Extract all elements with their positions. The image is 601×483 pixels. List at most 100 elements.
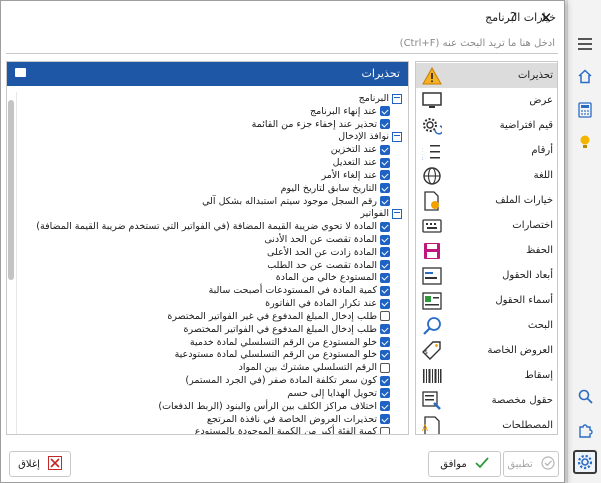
panel-collapse-icon[interactable]	[15, 68, 26, 77]
category-item-search[interactable]: البحث	[416, 313, 557, 338]
close-icon[interactable]: ✕	[537, 9, 555, 27]
checkbox-checked[interactable]	[380, 119, 390, 130]
setting-label: البرنامج	[358, 93, 389, 104]
search-input[interactable]	[6, 34, 558, 54]
checkbox-checked[interactable]	[380, 272, 390, 283]
settings-scrollbar[interactable]	[7, 92, 17, 434]
category-item-shortcuts[interactable]: اختصارات	[416, 213, 557, 238]
category-item-terms[interactable]: المصطلحات A	[416, 413, 557, 434]
setting-checkbox-row[interactable]: المادة تقصت عن حد الطلب	[267, 259, 390, 272]
setting-label: رقم السجل موجود سيتم استبداله بشكل آلي	[202, 195, 377, 207]
setting-checkbox-row[interactable]: كمية الفئة أكبر من الكمية الموجودة بالمس…	[195, 425, 390, 434]
dialog-titlebar: خيارات البرنامج ? ✕	[1, 1, 564, 35]
checkbox-checked[interactable]	[380, 375, 390, 386]
checkbox-checked[interactable]	[380, 324, 390, 335]
checkbox-checked[interactable]	[380, 401, 390, 412]
custom-fields-icon	[422, 390, 442, 411]
category-label: الحفظ	[526, 245, 553, 256]
category-item-language[interactable]: اللغة	[416, 163, 557, 188]
lightbulb-icon[interactable]	[573, 130, 597, 154]
settings-gear-icon[interactable]	[573, 450, 597, 474]
category-item-save[interactable]: الحفظ	[416, 238, 557, 263]
setting-checkbox-row[interactable]: طلب إدخال المبلغ المدفوع في الفواتير الم…	[184, 323, 390, 336]
menu-icon[interactable]	[573, 32, 597, 56]
ok-button[interactable]: موافق	[428, 451, 501, 477]
puzzle-icon[interactable]	[573, 418, 597, 442]
checkbox-checked[interactable]	[380, 298, 390, 309]
checkbox-unchecked[interactable]	[380, 426, 390, 434]
setting-label: التاريخ سابق لتاريخ اليوم	[280, 182, 377, 194]
setting-checkbox-row[interactable]: تحذير عند إخفاء جزء من القائمة	[252, 118, 390, 131]
checkbox-checked[interactable]	[380, 285, 390, 296]
category-item-warnings[interactable]: تحذيرات	[416, 63, 557, 88]
checkbox-checked[interactable]	[380, 196, 390, 207]
category-item-field-names[interactable]: أسماء الحقول	[416, 288, 557, 313]
numbers-icon: 123	[422, 141, 442, 161]
category-item-field-sizes[interactable]: أبعاد الحقول	[416, 263, 557, 288]
setting-checkbox-row[interactable]: عند التعديل	[333, 156, 390, 169]
checkbox-checked[interactable]	[380, 157, 390, 168]
close-dialog-button[interactable]: إغلاق	[9, 451, 71, 477]
category-item-display[interactable]: عرض	[416, 88, 557, 113]
setting-checkbox-row[interactable]: المستودع خالي من المادة	[276, 271, 390, 284]
setting-checkbox-row[interactable]: تحويل الهدايا إلى حسم	[287, 387, 390, 400]
setting-checkbox-row[interactable]: كون سعر تكلفة المادة صفر (في الجرد المست…	[185, 374, 390, 387]
close-button-label: إغلاق	[18, 458, 40, 470]
checkbox-checked[interactable]	[380, 247, 390, 258]
checkbox-checked[interactable]	[380, 349, 390, 360]
setting-label: عند تكرار المادة في الفاتورة	[265, 298, 377, 310]
checkbox-checked[interactable]	[380, 414, 390, 424]
setting-checkbox-row[interactable]: المادة زادت عن الحد الأعلى	[267, 246, 390, 259]
svg-text:3: 3	[422, 155, 423, 161]
setting-checkbox-row[interactable]: التاريخ سابق لتاريخ اليوم	[281, 182, 390, 195]
apply-button[interactable]: تطبيق	[503, 451, 559, 477]
setting-checkbox-row[interactable]: عند التخزين	[331, 143, 390, 156]
setting-checkbox-row[interactable]: الرقم التسلسلي مشترك بين المواد	[239, 361, 390, 374]
setting-checkbox-row[interactable]: خلو المستودع من الرقم التسلسلي لمادة خدم…	[190, 336, 390, 349]
checkbox-checked[interactable]	[380, 106, 390, 117]
category-label: حقول مخصصة	[491, 395, 553, 406]
checkbox-unchecked[interactable]	[380, 311, 390, 322]
checkbox-checked[interactable]	[380, 260, 390, 271]
setting-label: عند التخزين	[330, 144, 377, 156]
collapse-group-icon[interactable]	[392, 131, 402, 142]
setting-checkbox-row[interactable]: المادة لا تحوي ضريبة القيمة المضافة (في …	[36, 220, 390, 233]
category-label: العروض الخاصة	[487, 345, 553, 356]
setting-checkbox-row[interactable]: رقم السجل موجود سيتم استبداله بشكل آلي	[202, 195, 390, 208]
category-label: المصطلحات	[502, 420, 553, 431]
checkbox-checked[interactable]	[380, 144, 390, 155]
checkbox-checked[interactable]	[380, 183, 390, 194]
calculator-icon[interactable]	[573, 98, 597, 122]
home-icon[interactable]	[573, 64, 597, 88]
checkbox-checked[interactable]	[380, 234, 390, 245]
setting-checkbox-row[interactable]: عند تكرار المادة في الفاتورة	[265, 297, 390, 310]
category-item-file-options[interactable]: خيارات الملف	[416, 188, 557, 213]
setting-checkbox-row[interactable]: اختلاف مراكز الكلف بين الرأس والبنود (ال…	[158, 400, 390, 413]
tag-icon: $	[422, 340, 442, 361]
checkbox-checked[interactable]	[380, 221, 390, 232]
checkbox-checked[interactable]	[380, 170, 390, 181]
checkbox-unchecked[interactable]	[380, 362, 390, 373]
setting-checkbox-row[interactable]: عند إلغاء الأمر	[322, 169, 390, 182]
category-item-numbers[interactable]: أرقام 123	[416, 138, 557, 163]
keyboard-icon	[422, 216, 442, 236]
category-item-custom-fields[interactable]: حقول مخصصة	[416, 388, 557, 413]
collapse-group-icon[interactable]	[392, 93, 402, 104]
setting-checkbox-row[interactable]: كمية المادة في المستودعات أصبحت سالبة	[209, 284, 390, 297]
checkbox-checked[interactable]	[380, 388, 390, 399]
collapse-group-icon[interactable]	[392, 208, 402, 219]
category-item-defaults[interactable]: قيم افتراضية	[416, 113, 557, 138]
setting-checkbox-row[interactable]: المادة تقصت عن الحد الأدنى	[264, 233, 390, 246]
category-item-special-offers[interactable]: العروض الخاصة $	[416, 338, 557, 363]
setting-checkbox-row[interactable]: خلو المستودع من الرقم التسلسلي لمادة مست…	[175, 348, 390, 361]
category-item-projection[interactable]: إسقاط	[416, 363, 557, 388]
checkbox-checked[interactable]	[380, 337, 390, 348]
setting-checkbox-row[interactable]: طلب إدخال المبلغ المدفوع في غير الفواتير…	[167, 310, 390, 323]
search-icon[interactable]	[573, 384, 597, 408]
category-label: أبعاد الحقول	[502, 270, 553, 281]
setting-checkbox-row[interactable]: عند إنهاء البرنامج	[310, 105, 390, 118]
category-label: اختصارات	[512, 220, 553, 231]
setting-checkbox-row[interactable]: تحذيرات العروض الخاصة في نافذة المرتجع	[207, 413, 390, 426]
setting-label: المادة تقصت عن حد الطلب	[267, 259, 377, 271]
help-button[interactable]: ?	[506, 10, 520, 26]
